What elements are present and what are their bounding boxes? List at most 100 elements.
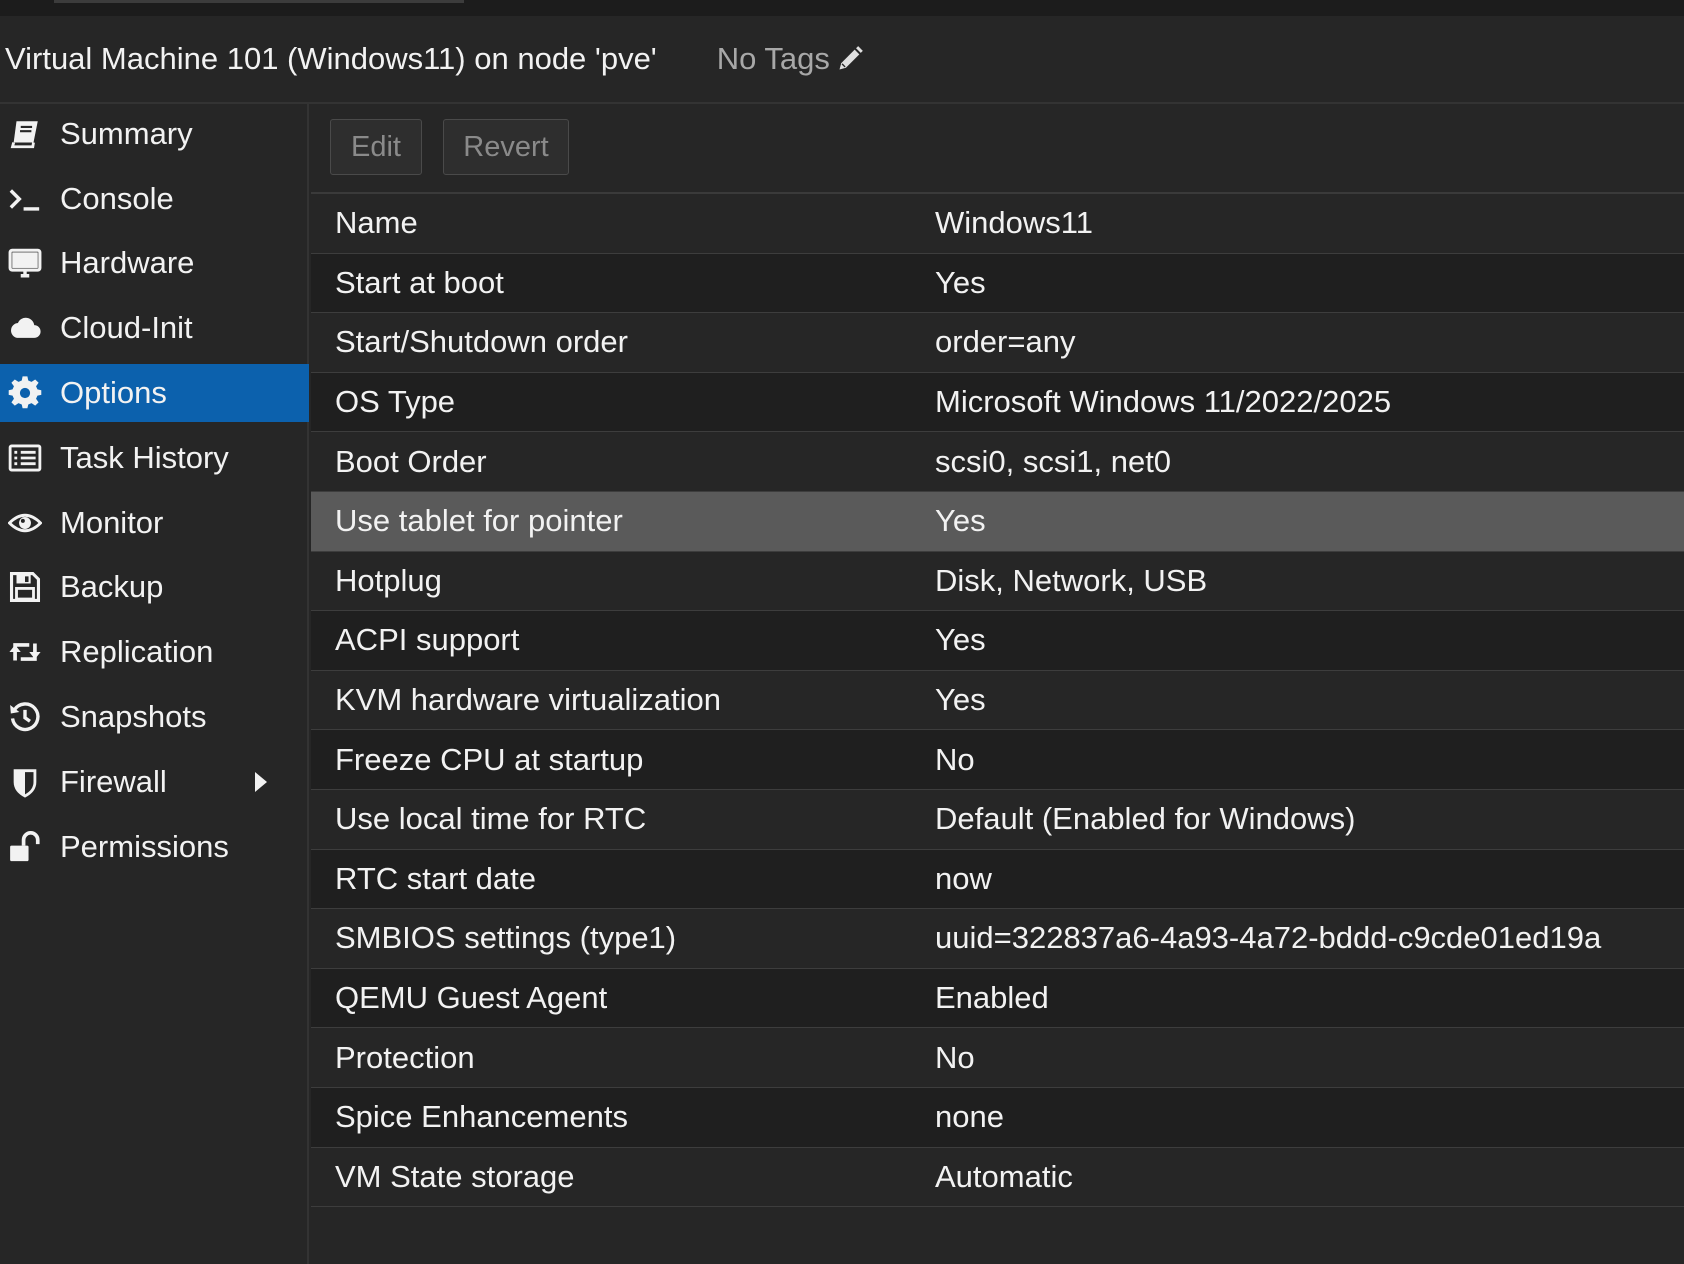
sidebar-item-label: Console (60, 181, 174, 216)
option-name: QEMU Guest Agent (335, 980, 608, 1016)
option-row[interactable]: Hotplug Disk, Network, USB (311, 552, 1684, 612)
caret-right-icon[interactable] (254, 771, 268, 793)
sidebar-item-hardware[interactable]: Hardware (0, 234, 309, 292)
gear-icon (0, 364, 60, 422)
option-value: No (935, 1039, 975, 1075)
option-name: Protection (335, 1039, 475, 1075)
toolbar: Edit Revert (311, 106, 1684, 192)
eye-icon (0, 494, 60, 552)
option-name: KVM hardware virtualization (335, 682, 721, 718)
unlock-icon (0, 818, 60, 876)
option-row[interactable]: SMBIOS settings (type1) uuid=322837a6-4a9… (311, 909, 1684, 969)
floppy-icon (0, 558, 60, 616)
option-value: Yes (935, 682, 986, 718)
option-value: order=any (935, 324, 1076, 360)
sidebar-item-label: Snapshots (60, 699, 207, 734)
option-value: No (935, 741, 975, 777)
sidebar-item-console[interactable]: Console (0, 170, 309, 228)
option-row[interactable]: RTC start date now (311, 849, 1684, 910)
top-strip (0, 0, 1684, 16)
sidebar-item-label: Hardware (60, 245, 195, 280)
option-value: Enabled (935, 980, 1049, 1016)
option-name: Spice Enhancements (335, 1099, 628, 1135)
option-value: Windows11 (935, 205, 1093, 241)
option-row[interactable]: Start/Shutdown order order=any (311, 313, 1684, 373)
sidebar-item-permissions[interactable]: Permissions (0, 818, 309, 876)
option-value: none (935, 1099, 1004, 1135)
sidebar-item-options[interactable]: Options (0, 364, 309, 422)
option-row[interactable]: Use tablet for pointer Yes (311, 492, 1684, 552)
list-icon (0, 429, 60, 487)
option-name: SMBIOS settings (type1) (335, 920, 677, 956)
option-name: Freeze CPU at startup (335, 741, 644, 777)
sidebar-item-cloud-init[interactable]: Cloud-Init (0, 299, 309, 357)
option-name: RTC start date (335, 860, 537, 896)
edit-button[interactable]: Edit (330, 119, 422, 175)
option-row[interactable]: Use local time for RTC Default (Enabled f… (311, 790, 1684, 850)
title-bar: Virtual Machine 101 (Windows11) on node … (0, 16, 1684, 104)
option-name: Use tablet for pointer (335, 503, 623, 539)
monitor-icon (0, 234, 60, 292)
option-row[interactable]: KVM hardware virtualization Yes (311, 671, 1684, 731)
sidebar-item-task-history[interactable]: Task History (0, 429, 309, 487)
option-row[interactable]: Freeze CPU at startup No (311, 730, 1684, 790)
option-value: now (935, 860, 992, 896)
pencil-icon[interactable] (836, 45, 864, 73)
retweet-icon (0, 623, 60, 681)
sidebar-item-backup[interactable]: Backup (0, 558, 309, 616)
option-name: Start at boot (335, 264, 504, 300)
option-value: Default (Enabled for Windows) (935, 801, 1356, 837)
option-name: VM State storage (335, 1158, 575, 1194)
option-name: Boot Order (335, 443, 487, 479)
option-value: uuid=322837a6-4a93-4a72-bddd-c9cde01ed19… (935, 920, 1602, 956)
option-row[interactable]: Spice Enhancements none (311, 1088, 1684, 1148)
option-row[interactable]: QEMU Guest Agent Enabled (311, 968, 1684, 1029)
option-name: Hotplug (335, 562, 442, 598)
option-name: ACPI support (335, 622, 520, 658)
option-value: Yes (935, 503, 986, 539)
option-row[interactable]: Start at boot Yes (311, 253, 1684, 314)
page-title: Virtual Machine 101 (Windows11) on node … (5, 41, 657, 76)
option-value: scsi0, scsi1, net0 (935, 443, 1172, 479)
sidebar-item-label: Permissions (60, 829, 229, 864)
sidebar-item-label: Firewall (60, 764, 167, 799)
option-name: Use local time for RTC (335, 801, 647, 837)
book-icon (0, 105, 60, 163)
options-grid: Name Windows11 Start at boot Yes Start/Shutd… (311, 192, 1684, 1264)
option-value: Yes (935, 264, 986, 300)
sidebar-item-label: Options (60, 375, 167, 410)
sidebar-item-summary[interactable]: Summary (0, 105, 309, 163)
option-row[interactable]: VM State storage Automatic (311, 1148, 1684, 1208)
option-row[interactable]: Boot Order scsi0, scsi1, net0 (311, 432, 1684, 492)
option-value: Automatic (935, 1158, 1073, 1194)
history-icon (0, 688, 60, 746)
terminal-icon (0, 170, 60, 228)
option-value: Microsoft Windows 11/2022/2025 (935, 384, 1392, 420)
tags-label: No Tags (716, 41, 830, 76)
option-value: Disk, Network, USB (935, 562, 1208, 598)
option-name: Start/Shutdown order (335, 324, 628, 360)
sidebar-item-replication[interactable]: Replication (0, 623, 309, 681)
option-name: Name (335, 205, 418, 241)
sidebar-item-label: Task History (60, 440, 229, 475)
tab-indicator (54, 0, 464, 3)
sidebar-item-label: Summary (60, 116, 193, 151)
option-row[interactable]: ACPI support Yes (311, 611, 1684, 671)
sidebar-item-label: Backup (60, 569, 164, 604)
revert-button[interactable]: Revert (443, 119, 569, 175)
option-row[interactable]: OS Type Microsoft Windows 11/2022/2025 (311, 372, 1684, 433)
cloud-icon (0, 299, 60, 357)
tags-editor[interactable]: No Tags (717, 41, 864, 77)
sidebar-item-label: Replication (60, 634, 214, 669)
sidebar-item-monitor[interactable]: Monitor (0, 494, 309, 552)
option-row[interactable]: Name Windows11 (311, 194, 1684, 254)
sidebar-item-snapshots[interactable]: Snapshots (0, 688, 309, 746)
option-name: OS Type (335, 384, 456, 420)
shield-icon (0, 753, 60, 811)
option-row[interactable]: Protection No (311, 1028, 1684, 1088)
option-value: Yes (935, 622, 986, 658)
sidebar-item-label: Cloud-Init (60, 310, 193, 345)
sidebar-item-label: Monitor (60, 505, 164, 540)
sidebar-item-firewall[interactable]: Firewall (0, 753, 309, 811)
sidebar: Summary Console Hardware Cloud-Init Options T… (0, 104, 309, 1264)
